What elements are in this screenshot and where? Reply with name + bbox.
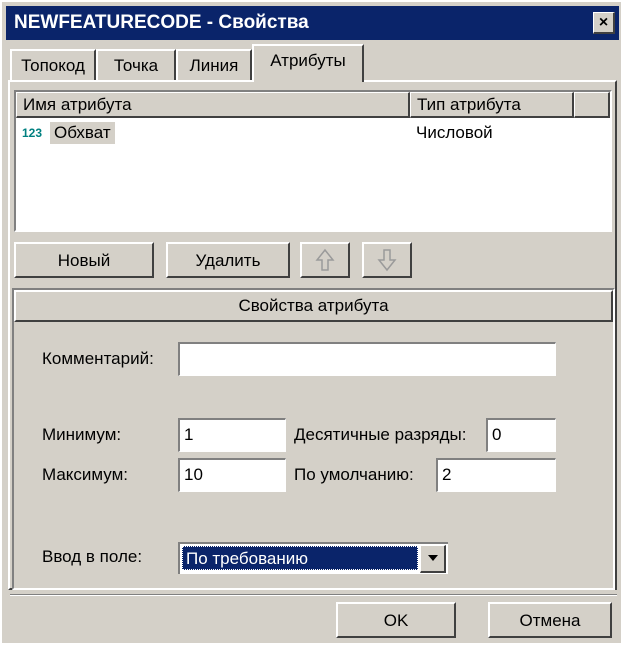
ok-button-label: OK xyxy=(383,611,409,630)
cancel-button[interactable]: Отмена xyxy=(488,602,612,638)
input-mode-value: По требованию xyxy=(182,546,418,570)
down-arrow-icon xyxy=(377,249,397,272)
dropdown-button[interactable] xyxy=(420,545,446,573)
window-title: NEWFEATURECODE - Свойства xyxy=(14,12,309,33)
tab-point[interactable]: Точка xyxy=(96,49,176,81)
properties-header-label: Свойства атрибута xyxy=(238,296,389,315)
min-field[interactable]: 1 xyxy=(178,418,286,452)
default-label: По умолчанию: xyxy=(294,465,414,484)
up-arrow-icon xyxy=(315,248,335,271)
min-label: Минимум: xyxy=(42,425,122,444)
attribute-name: Обхват xyxy=(50,122,115,144)
max-label: Максимум: xyxy=(42,465,129,484)
new-button-label: Новый xyxy=(57,251,111,270)
attribute-properties-group: Свойства атрибута Комментарий: Минимум: … xyxy=(12,288,615,590)
tab-label: Точка xyxy=(113,56,159,75)
delete-button-label: Удалить xyxy=(195,251,261,270)
close-icon: × xyxy=(598,14,609,31)
ok-button[interactable]: OK xyxy=(336,602,456,638)
properties-dialog: NEWFEATURECODE - Свойства × Топокод Точк… xyxy=(0,0,623,645)
tab-line[interactable]: Линия xyxy=(176,49,252,81)
comment-field[interactable] xyxy=(178,342,556,376)
move-down-button[interactable] xyxy=(362,242,412,278)
close-button[interactable]: × xyxy=(593,12,615,34)
input-mode-select[interactable]: По требованию xyxy=(178,542,448,574)
decimals-field[interactable]: 0 xyxy=(486,418,556,452)
new-button[interactable]: Новый xyxy=(14,242,154,278)
decimals-label: Десятичные разряды: xyxy=(294,425,467,444)
attribute-list[interactable]: Имя атрибута Тип атрибута 123 Обхват Чис… xyxy=(14,90,612,232)
title-bar: NEWFEATURECODE - Свойства × xyxy=(6,6,619,40)
tab-label: Линия xyxy=(189,56,239,75)
column-header-label: Имя атрибута xyxy=(23,95,132,114)
delete-button[interactable]: Удалить xyxy=(166,242,290,278)
max-field[interactable]: 10 xyxy=(178,458,286,492)
move-up-button[interactable] xyxy=(300,242,350,278)
footer-divider xyxy=(10,594,617,596)
tab-label: Топокод xyxy=(21,56,85,75)
column-header-name[interactable]: Имя атрибута xyxy=(16,92,410,118)
input-mode-label: Ввод в поле: xyxy=(42,547,143,566)
tab-attributes[interactable]: Атрибуты xyxy=(252,44,364,82)
tab-label: Атрибуты xyxy=(270,51,346,70)
properties-header: Свойства атрибута xyxy=(14,290,613,322)
column-header-filler xyxy=(574,92,610,118)
column-header-label: Тип атрибута xyxy=(417,95,521,114)
tab-topocode[interactable]: Топокод xyxy=(10,49,96,81)
column-header-type[interactable]: Тип атрибута xyxy=(410,92,574,118)
numeric-attribute-icon: 123 xyxy=(22,126,43,140)
chevron-down-icon xyxy=(427,555,438,561)
comment-label: Комментарий: xyxy=(42,349,154,368)
cancel-button-label: Отмена xyxy=(519,611,581,630)
attribute-type: Числовой xyxy=(416,123,493,142)
default-field[interactable]: 2 xyxy=(436,458,556,492)
